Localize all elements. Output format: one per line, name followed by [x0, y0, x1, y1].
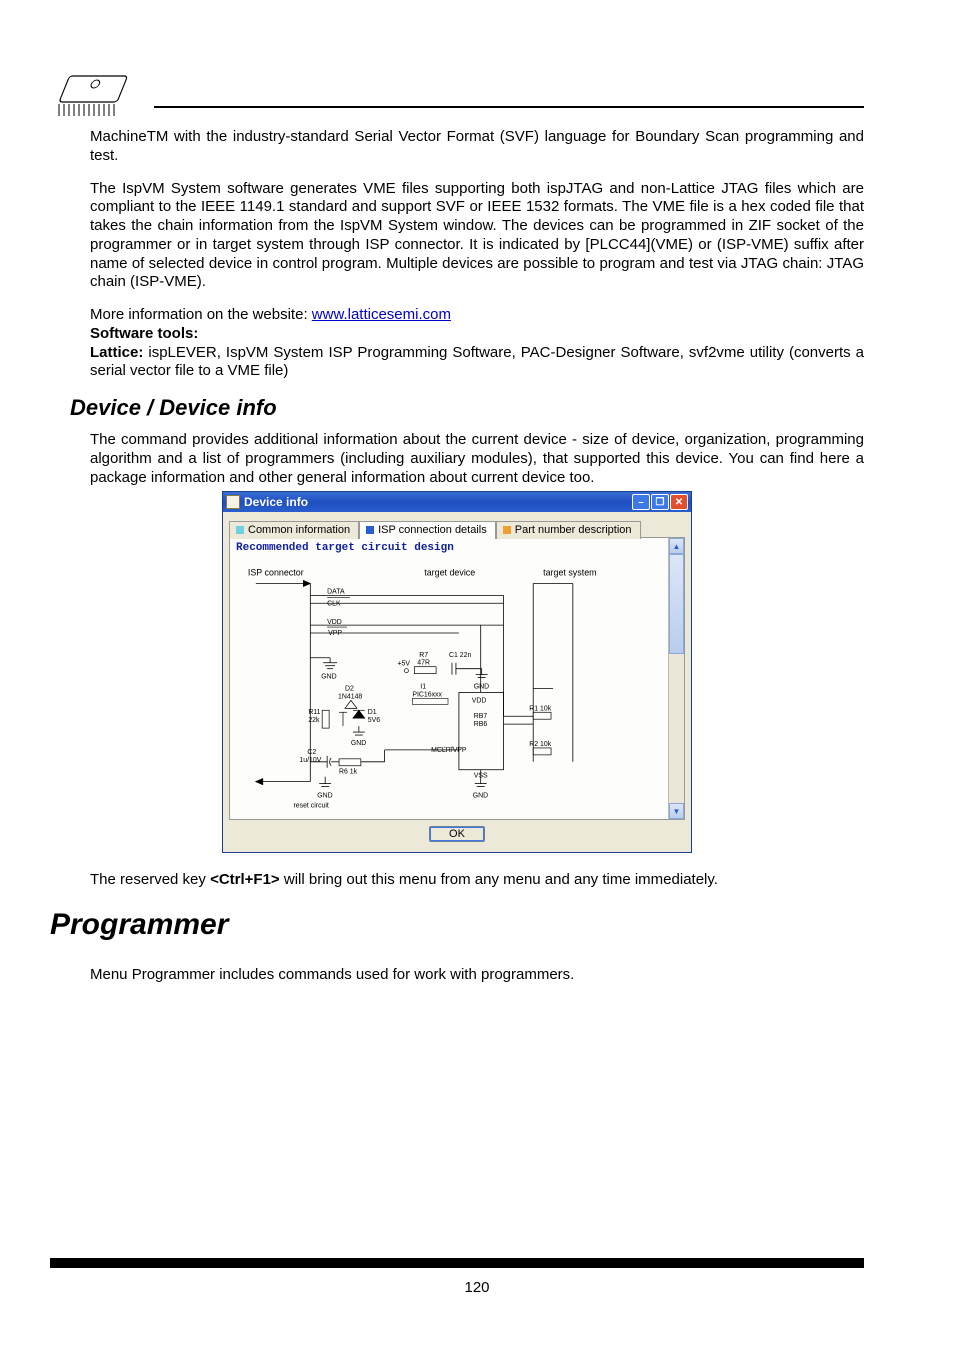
heading-programmer: Programmer — [50, 908, 864, 942]
tab-label: Common information — [248, 524, 350, 536]
vertical-scrollbar[interactable]: ▲ ▼ — [668, 538, 684, 819]
svg-text:R7: R7 — [419, 652, 428, 659]
svg-text:GND: GND — [317, 793, 332, 800]
page-header — [50, 70, 864, 120]
paragraph: The IspVM System software generates VME … — [90, 180, 864, 293]
svg-text:VDD: VDD — [472, 698, 487, 705]
svg-text:C2: C2 — [307, 749, 316, 756]
svg-text:MCLR/VPP: MCLR/VPP — [431, 747, 467, 754]
svg-text:GND: GND — [473, 793, 488, 800]
svg-text:1u/10V: 1u/10V — [299, 757, 321, 764]
window-body: Common information ISP connection detail… — [223, 512, 691, 852]
tab-part-number-description[interactable]: Part number description — [496, 521, 641, 539]
paragraph: Menu Programmer includes commands used f… — [90, 966, 864, 985]
svg-text:PIC16xxx: PIC16xxx — [412, 692, 442, 699]
body-column: MachineTM with the industry-standard Ser… — [90, 128, 864, 381]
tab-common-information[interactable]: Common information — [229, 521, 359, 539]
shortcut-key: <Ctrl+F1> — [210, 871, 280, 888]
footer-rule — [50, 1258, 864, 1268]
svg-text:I1: I1 — [420, 684, 426, 691]
svg-text:C1 22n: C1 22n — [449, 652, 471, 659]
titlebar[interactable]: Device info – ❐ ✕ — [223, 492, 691, 512]
heading-device-info: Device / Device info — [70, 395, 864, 421]
paragraph: The reserved key <Ctrl+F1> will bring ou… — [90, 871, 864, 890]
tab-dot-icon — [366, 526, 374, 534]
dialog-screenshot: Device info – ❐ ✕ Common information ISP… — [50, 491, 864, 853]
lattice-label: Lattice: — [90, 344, 143, 361]
svg-text:D2: D2 — [345, 686, 354, 693]
svg-text:GND: GND — [321, 674, 336, 681]
dialog-footer: OK — [229, 820, 685, 846]
circuit-schematic: ISP connector target device target syste… — [236, 560, 662, 815]
tab-dot-icon — [236, 526, 244, 534]
text: ispLEVER, IspVM System ISP Programming S… — [90, 344, 864, 380]
text: More information on the website: — [90, 306, 312, 323]
svg-text:47R: 47R — [417, 660, 430, 667]
tab-panel: Recommended target circuit design ISP co… — [229, 538, 685, 820]
header-rule — [154, 106, 864, 108]
svg-text:target device: target device — [424, 568, 475, 578]
minimize-button[interactable]: – — [632, 494, 650, 510]
window-title: Device info — [244, 495, 632, 509]
close-button[interactable]: ✕ — [670, 494, 688, 510]
svg-text:R1 10k: R1 10k — [529, 706, 551, 713]
svg-text:VDD: VDD — [327, 619, 342, 626]
svg-text:1N4148: 1N4148 — [338, 694, 362, 701]
tab-isp-connection-details[interactable]: ISP connection details — [359, 521, 496, 539]
lattice-line: Lattice: ispLEVER, IspVM System ISP Prog… — [90, 344, 864, 382]
svg-text:RB7: RB7 — [474, 713, 488, 720]
tab-label: ISP connection details — [378, 524, 487, 536]
text: will bring out this menu from any menu a… — [280, 871, 718, 888]
svg-text:5V6: 5V6 — [368, 717, 380, 724]
chip-icon — [50, 70, 134, 120]
tab-dot-icon — [503, 526, 511, 534]
more-info-line: More information on the website: www.lat… — [90, 306, 864, 325]
scroll-track[interactable] — [669, 554, 684, 803]
svg-text:D1: D1 — [368, 709, 377, 716]
paragraph: The command provides additional informat… — [90, 431, 864, 487]
svg-text:R2 10k: R2 10k — [529, 741, 551, 748]
svg-text:R11: R11 — [308, 709, 320, 716]
svg-text:+5V: +5V — [397, 661, 410, 668]
device-info-window: Device info – ❐ ✕ Common information ISP… — [222, 491, 692, 853]
svg-text:CLK: CLK — [327, 601, 341, 608]
svg-text:GND: GND — [474, 684, 489, 691]
scroll-thumb[interactable] — [669, 554, 684, 654]
svg-text:DATA: DATA — [327, 589, 345, 596]
svg-text:target system: target system — [543, 568, 596, 578]
maximize-button[interactable]: ❐ — [651, 494, 669, 510]
page-number: 120 — [0, 1279, 954, 1296]
panel-content: Recommended target circuit design ISP co… — [230, 538, 668, 819]
software-tools-label: Software tools: — [90, 325, 864, 344]
panel-heading: Recommended target circuit design — [236, 542, 662, 554]
lattice-link[interactable]: www.latticesemi.com — [312, 306, 451, 323]
svg-text:ISP connector: ISP connector — [248, 568, 304, 578]
page: MachineTM with the industry-standard Ser… — [0, 0, 954, 1039]
svg-text:VPP: VPP — [328, 630, 342, 637]
tabs: Common information ISP connection detail… — [229, 518, 685, 538]
svg-text:GND: GND — [351, 740, 366, 747]
text: The reserved key — [90, 871, 210, 888]
scroll-down-button[interactable]: ▼ — [669, 803, 684, 819]
app-icon — [226, 495, 240, 509]
scroll-up-button[interactable]: ▲ — [669, 538, 684, 554]
svg-text:22k: 22k — [308, 717, 320, 724]
svg-text:R6 1k: R6 1k — [339, 769, 358, 776]
svg-text:RB6: RB6 — [474, 721, 488, 728]
paragraph: MachineTM with the industry-standard Ser… — [90, 128, 864, 166]
tab-label: Part number description — [515, 524, 632, 536]
svg-text:reset circuit: reset circuit — [293, 803, 328, 810]
ok-button[interactable]: OK — [429, 826, 485, 842]
